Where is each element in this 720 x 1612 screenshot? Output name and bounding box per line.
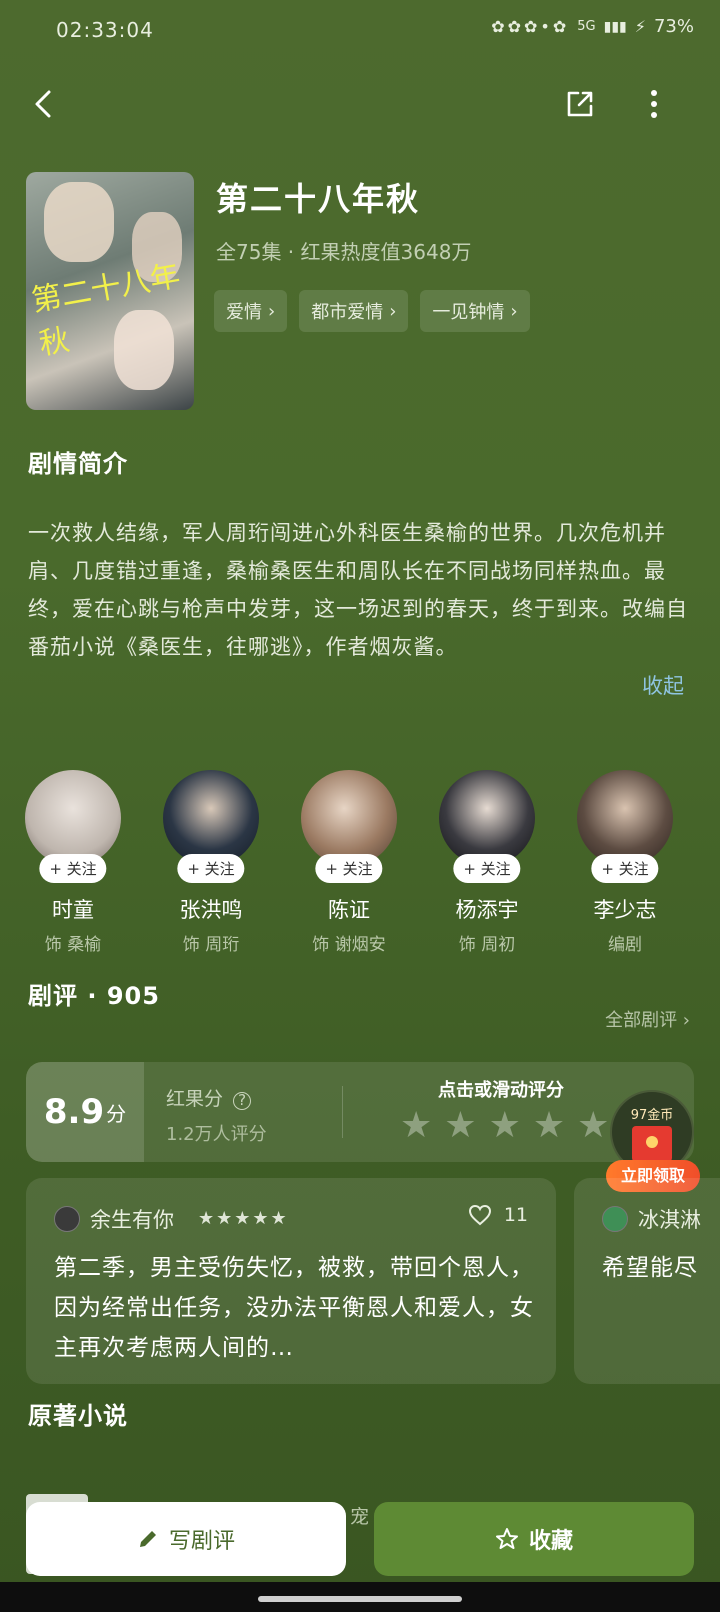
divider [342, 1086, 343, 1138]
cast-name: 李少志 [593, 898, 657, 922]
chevron-right-icon: › [389, 300, 397, 322]
share-button[interactable] [558, 82, 602, 126]
cast-item[interactable]: + 关注 陈证 饰 谢烟安 [284, 770, 414, 955]
rate-tip: 点击或滑动评分 [438, 1080, 564, 1101]
novel-heading: 原著小说 [28, 1402, 128, 1430]
back-arrow-icon [35, 90, 51, 118]
review-username: 余生有你 [90, 1208, 174, 1232]
avatar [54, 1206, 80, 1232]
cast-item[interactable]: + 关注 杨添宇 饰 周初 [422, 770, 552, 955]
follow-button[interactable]: + 关注 [315, 854, 383, 883]
synopsis-text: 一次救人结缘，军人周珩闯进心外科医生桑榆的世界。几次危机并肩、几度错过重逢，桑榆… [28, 521, 688, 659]
review-username: 冰淇淋 [638, 1208, 701, 1232]
synopsis-heading: 剧情简介 [28, 450, 128, 478]
battery-icon: ⚡ [634, 17, 646, 36]
cast-item[interactable]: + 关注 时童 饰 桑榆 [8, 770, 138, 955]
collect-button[interactable]: 收藏 [374, 1502, 694, 1576]
star-icon[interactable]: ★ [533, 1108, 565, 1144]
like-button[interactable]: 11 [468, 1204, 528, 1226]
avatar [439, 770, 535, 866]
red-envelope-icon [632, 1126, 672, 1162]
chevron-right-icon: › [510, 300, 518, 322]
cast-item[interactable]: + 关注 张洪鸣 饰 周珩 [146, 770, 276, 955]
follow-button[interactable]: + 关注 [177, 854, 245, 883]
cast-role: 饰 周初 [458, 935, 516, 955]
score-value: 8.9 [43, 1092, 105, 1132]
cast-list: + 关注 时童 饰 桑榆 + 关注 张洪鸣 饰 周珩 + 关注 陈证 饰 谢烟安… [0, 770, 720, 960]
cast-name: 张洪鸣 [179, 898, 243, 922]
review-card[interactable]: 冰淇淋 希望能尽 [574, 1178, 720, 1384]
battery-percent: 73% [653, 16, 694, 37]
follow-button[interactable]: + 关注 [453, 854, 521, 883]
notification-icons: ✿✿✿•✿ [491, 17, 570, 36]
bottom-action-bar: 写剧评 收藏 [0, 1490, 720, 1580]
score-count: 1.2万人评分 [166, 1124, 267, 1145]
cast-role: 饰 桑榆 [44, 935, 102, 955]
drama-meta: 全75集 · 红果热度值3648万 [216, 240, 472, 264]
pencil-icon [139, 1531, 156, 1547]
review-stars: ★★★★★ [198, 1208, 289, 1229]
more-button[interactable] [632, 82, 676, 126]
star-icon[interactable]: ★ [400, 1108, 432, 1144]
heart-icon [468, 1204, 491, 1226]
cast-item[interactable]: + 关注 李少志 编剧 [560, 770, 690, 955]
avatar [25, 770, 121, 866]
cast-role: 饰 周珩 [182, 935, 240, 955]
cast-name: 杨添宇 [455, 898, 519, 922]
drama-title: 第二十八年秋 [216, 180, 421, 218]
cast-role: 饰 谢烟安 [312, 935, 386, 955]
cast-name: 时童 [52, 898, 94, 922]
reviews-heading: 剧评 · 905 [28, 982, 160, 1010]
follow-button[interactable]: + 关注 [39, 854, 107, 883]
rating-panel: 8.9 分 红果分 ? 1.2万人评分 点击或滑动评分 ★ ★ ★ ★ ★ [26, 1062, 694, 1162]
all-reviews-link[interactable]: 全部剧评 › [605, 1006, 690, 1032]
like-count: 11 [503, 1204, 528, 1226]
review-card[interactable]: 余生有你 ★★★★★ 11 第二季，男主受伤失忆，被救，带回个恩人，因为经常出任… [26, 1178, 556, 1384]
more-vertical-icon [651, 90, 657, 118]
avatar [602, 1206, 628, 1232]
avatar [301, 770, 397, 866]
score-cell: 8.9 分 [26, 1062, 144, 1162]
chevron-right-icon: › [268, 300, 276, 322]
follow-button[interactable]: + 关注 [591, 854, 659, 883]
gesture-bar [0, 1582, 720, 1612]
avatar [163, 770, 259, 866]
tag-list: 爱情 › 都市爱情 › 一见钟情 › [214, 290, 530, 332]
back-button[interactable] [22, 82, 66, 126]
tag-chip[interactable]: 爱情 › [214, 290, 288, 332]
star-icon[interactable]: ★ [577, 1108, 609, 1144]
share-icon [567, 91, 593, 117]
cast-name: 陈证 [328, 898, 370, 922]
info-icon[interactable]: ? [233, 1092, 252, 1110]
reward-coins: 97金币 [630, 1108, 674, 1123]
rate-stars[interactable]: ★ ★ ★ ★ ★ [400, 1108, 609, 1144]
drama-poster[interactable]: 第二十八年秋 [26, 172, 194, 410]
avatar [577, 770, 673, 866]
write-review-button[interactable]: 写剧评 [26, 1502, 346, 1576]
review-text: 第二季，男主受伤失忆，被救，带回个恩人，因为经常出任务，没办法平衡恩人和爱人，女… [54, 1255, 534, 1361]
score-label: 红果分 ? [166, 1084, 252, 1111]
network-label: 5G [577, 19, 596, 34]
review-text: 希望能尽 [602, 1255, 698, 1281]
score-unit: 分 [106, 1101, 127, 1126]
star-icon[interactable]: ★ [444, 1108, 476, 1144]
tag-chip[interactable]: 都市爱情 › [299, 290, 409, 332]
star-outline-icon [495, 1528, 518, 1549]
signal-icon: ▮▮▮ [603, 18, 627, 35]
cast-role: 编剧 [608, 935, 642, 955]
star-icon[interactable]: ★ [489, 1108, 521, 1144]
status-bar: 02:33:04 ✿✿✿•✿ 5G ▮▮▮ ⚡ 73% [0, 0, 720, 64]
status-icons: ✿✿✿•✿ 5G ▮▮▮ ⚡ 73% [491, 16, 694, 37]
home-indicator[interactable] [258, 1596, 462, 1602]
collapse-button[interactable]: 收起 [642, 670, 684, 700]
status-time: 02:33:04 [56, 18, 154, 42]
top-nav [0, 72, 720, 132]
tag-chip[interactable]: 一见钟情 › [420, 290, 530, 332]
